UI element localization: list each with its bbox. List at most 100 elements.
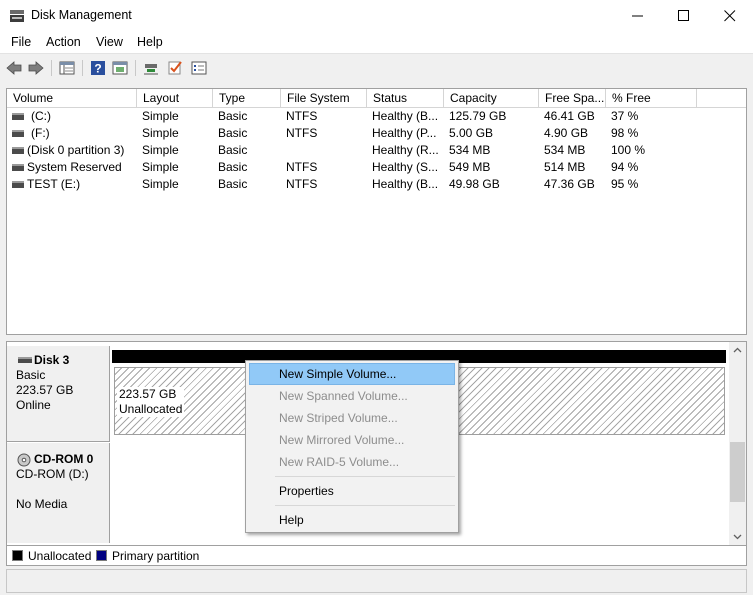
cell-volume: (Disk 0 partition 3) <box>27 143 125 157</box>
cell-layout: Simple <box>142 177 179 191</box>
help-icon: ? <box>91 61 105 76</box>
connect-button[interactable] <box>141 58 161 78</box>
menu-item-new-raid5-volume[interactable]: New RAID-5 Volume... <box>249 451 455 473</box>
cell-type: Basic <box>218 177 248 191</box>
toolbar-separator <box>135 60 136 76</box>
cell-status: Healthy (B... <box>372 177 439 191</box>
cell-status: Healthy (S... <box>372 160 439 174</box>
menu-action[interactable]: Action <box>46 35 81 49</box>
volume-drive-icon <box>12 113 24 120</box>
cell-percent-free: 95 % <box>611 177 639 191</box>
context-menu: New Simple Volume... New Spanned Volume.… <box>245 360 459 533</box>
cell-volume: (C:) <box>31 109 51 123</box>
menu-item-new-simple-volume[interactable]: New Simple Volume... <box>249 363 455 385</box>
cd-rom-0-label[interactable]: CD-ROM 0 CD-ROM (D:) No Media <box>7 443 110 543</box>
menu-item-new-striped-volume[interactable]: New Striped Volume... <box>249 407 455 429</box>
disk-type: CD-ROM (D:) <box>16 467 89 481</box>
forward-button[interactable] <box>26 58 46 78</box>
primary-partition-legend-swatch <box>96 550 107 561</box>
menu-separator <box>275 505 455 506</box>
menu-help[interactable]: Help <box>137 35 163 49</box>
close-button[interactable] <box>707 0 753 31</box>
cell-percent-free: 98 % <box>611 126 639 140</box>
column-header-volume[interactable]: Volume <box>7 89 137 108</box>
menu-bar: File Action View Help <box>0 31 753 53</box>
unallocated-partition-text: 223.57 GB Unallocated <box>117 387 185 417</box>
svg-text:?: ? <box>94 62 101 76</box>
column-header-status[interactable]: Status <box>367 89 444 108</box>
menu-item-new-spanned-volume[interactable]: New Spanned Volume... <box>249 385 455 407</box>
volume-list: Volume Layout Type File System Status Ca… <box>6 88 747 335</box>
unallocated-legend-swatch <box>12 550 23 561</box>
legend-primary-partition: Primary partition <box>112 549 200 563</box>
cell-volume: TEST (E:) <box>27 177 81 191</box>
disk-name: Disk 3 <box>34 353 70 367</box>
toolbar-separator <box>82 60 83 76</box>
menu-item-new-mirrored-volume[interactable]: New Mirrored Volume... <box>249 429 455 451</box>
column-header-file-system[interactable]: File System <box>281 89 367 108</box>
disk-status: Online <box>16 398 51 412</box>
disk-status: No Media <box>16 497 68 511</box>
column-header-capacity[interactable]: Capacity <box>444 89 539 108</box>
column-header-filler <box>697 89 746 108</box>
cell-capacity: 49.98 GB <box>449 177 500 191</box>
partition-size: 223.57 GB <box>119 387 177 401</box>
cell-free-space: 534 MB <box>544 143 586 157</box>
console-icon <box>112 61 128 75</box>
cell-type: Basic <box>218 109 248 123</box>
minimize-button[interactable] <box>615 0 661 31</box>
cell-capacity: 534 MB <box>449 143 491 157</box>
cell-layout: Simple <box>142 109 179 123</box>
column-header-layout[interactable]: Layout <box>137 89 213 108</box>
column-header-percent-free[interactable]: % Free <box>606 89 697 108</box>
check-button[interactable] <box>165 58 185 78</box>
cell-type: Basic <box>218 160 248 174</box>
help-button[interactable]: ? <box>88 58 108 78</box>
title-bar: Disk Management <box>0 0 753 31</box>
cell-layout: Simple <box>142 160 179 174</box>
forward-icon <box>28 61 44 75</box>
menu-view[interactable]: View <box>96 35 123 49</box>
cell-file-system: NTFS <box>286 109 318 123</box>
maximize-button[interactable] <box>661 0 707 31</box>
scroll-up-icon[interactable] <box>733 346 742 355</box>
menu-item-properties[interactable]: Properties <box>249 480 455 502</box>
toolbar-separator <box>51 60 52 76</box>
properties-list-icon <box>191 61 207 75</box>
cell-capacity: 549 MB <box>449 160 491 174</box>
menu-item-help[interactable]: Help <box>249 509 455 531</box>
cell-file-system: NTFS <box>286 126 318 140</box>
back-button[interactable] <box>4 58 24 78</box>
column-header-type[interactable]: Type <box>213 89 281 108</box>
cell-file-system: NTFS <box>286 160 318 174</box>
table-row[interactable]: System Reserved Simple Basic NTFS Health… <box>7 159 746 176</box>
cell-file-system: NTFS <box>286 177 318 191</box>
show-hide-console-tree-button[interactable] <box>57 58 77 78</box>
table-row[interactable]: (C:) Simple Basic NTFS Healthy (B... 125… <box>7 108 746 125</box>
column-header-free-space[interactable]: Free Spa... <box>539 89 606 108</box>
cell-capacity: 5.00 GB <box>449 126 494 140</box>
cell-type: Basic <box>218 143 248 157</box>
properties-list-button[interactable] <box>189 58 209 78</box>
table-row[interactable]: (F:) Simple Basic NTFS Healthy (P... 5.0… <box>7 125 746 142</box>
partition-label: Unallocated <box>119 402 183 416</box>
check-icon <box>168 61 182 75</box>
scrollbar-thumb[interactable] <box>730 442 745 502</box>
cell-capacity: 125.79 GB <box>449 109 507 123</box>
cell-volume: System Reserved <box>27 160 122 174</box>
menu-file[interactable]: File <box>11 35 31 49</box>
volume-drive-icon <box>12 181 24 188</box>
table-row[interactable]: TEST (E:) Simple Basic NTFS Healthy (B..… <box>7 176 746 193</box>
cell-status: Healthy (P... <box>372 126 437 140</box>
cell-free-space: 46.41 GB <box>544 109 595 123</box>
toolbar: ? <box>0 53 753 81</box>
minimize-icon <box>632 15 643 17</box>
legend-unallocated: Unallocated <box>28 549 92 563</box>
disk-view-scrollbar[interactable] <box>729 342 746 545</box>
console-button[interactable] <box>110 58 130 78</box>
scroll-down-icon[interactable] <box>733 532 742 541</box>
disk-3-label[interactable]: Disk 3 Basic 223.57 GB Online <box>7 346 110 442</box>
table-row[interactable]: (Disk 0 partition 3) Simple Basic Health… <box>7 142 746 159</box>
disk-management-app-icon <box>9 9 25 23</box>
cell-type: Basic <box>218 126 248 140</box>
